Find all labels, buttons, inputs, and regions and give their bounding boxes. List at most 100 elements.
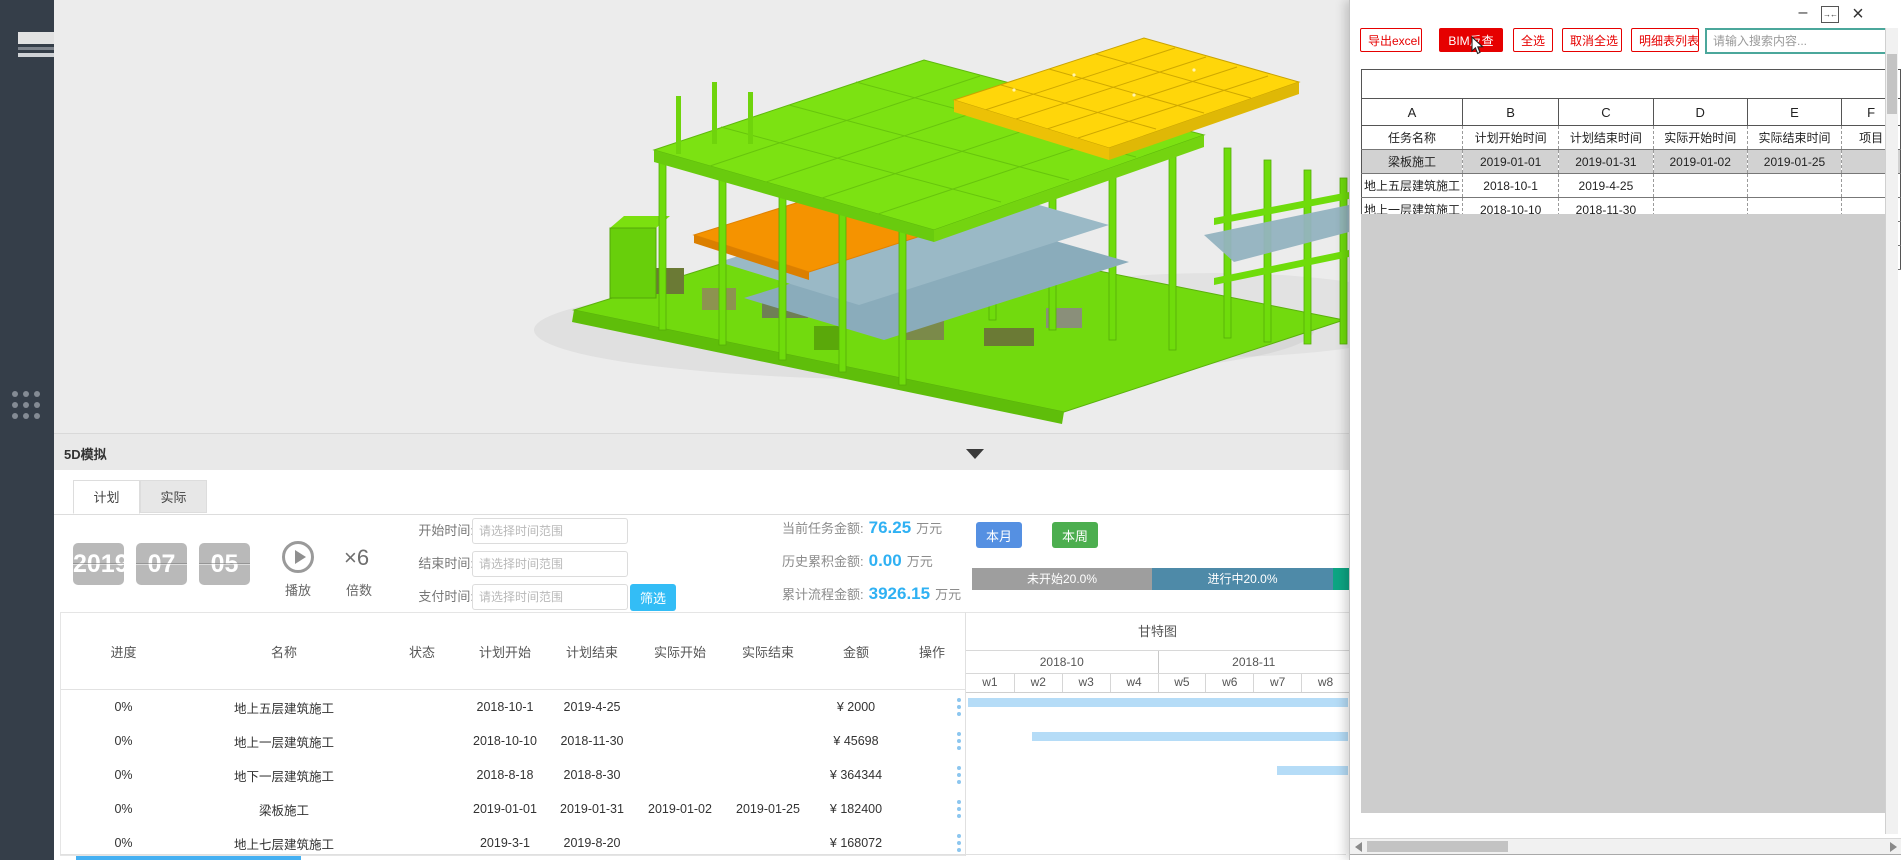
col-letter[interactable]: B [1463, 99, 1559, 126]
sheet-row-selected[interactable]: 梁板施工2019-01-01 2019-01-312019-01-02 2019… [1362, 150, 1901, 174]
row-menu-dots-icon[interactable] [956, 834, 962, 852]
gantt-chart: 甘特图 2018-10 2018-11 w1w2 w3w4 w5w6 w7w8 [965, 612, 1349, 856]
col-status: 状态 [382, 642, 462, 661]
amount-current-task: 当前任务金额: 76.25 万元 [782, 518, 942, 538]
detail-sheet-window: – →← × 导出excel BIM反查 全选 取消全选 明细表列表 A B C… [1349, 0, 1901, 860]
date-day-card: 05 [199, 543, 250, 585]
sheet-search-input[interactable] [1705, 28, 1897, 54]
col-letter[interactable]: A [1362, 99, 1463, 126]
sheet-header-cell[interactable]: 任务名称 [1362, 126, 1463, 150]
close-button[interactable]: × [1849, 6, 1867, 22]
task-table-hscrollbar-thumb[interactable] [76, 856, 301, 860]
gantt-title: 甘特图 [966, 613, 1349, 651]
date-year: 2019 [73, 550, 124, 578]
filter-row-pay: 支付时间: [284, 584, 664, 610]
scroll-right-arrow-icon[interactable] [1890, 842, 1897, 852]
task-row[interactable]: 0%地上五层建筑施工 2018-10-12019-4-25 ¥ 2000 [61, 690, 966, 724]
row-menu-dots-icon[interactable] [956, 766, 962, 784]
amount-current-value: 76.25 [869, 518, 912, 537]
filter-button[interactable]: 筛选 [630, 584, 676, 611]
gantt-months: 2018-10 2018-11 [966, 651, 1349, 674]
col-name: 名称 [186, 642, 382, 661]
collapse-panel-caret-icon[interactable] [966, 449, 984, 459]
col-letter[interactable]: C [1559, 99, 1653, 126]
this-month-button[interactable]: 本月 [976, 522, 1022, 548]
gantt-bar[interactable] [1032, 732, 1348, 741]
left-sidebar [0, 0, 54, 860]
sheet-vscrollbar[interactable] [1885, 28, 1898, 834]
pay-time-label: 支付时间: [354, 584, 474, 610]
col-letter[interactable]: E [1747, 99, 1841, 126]
select-all-button[interactable]: 全选 [1513, 28, 1553, 52]
gantt-bar[interactable] [968, 698, 1348, 707]
col-plan-end: 计划结束 [548, 642, 636, 661]
deselect-all-button[interactable]: 取消全选 [1562, 28, 1622, 52]
model-stair-tower [610, 228, 656, 298]
amount-current-unit: 万元 [916, 521, 942, 536]
app-window: 5D模拟 计划 实际 2019 07 05 播放 ×6 倍数 开始时间: 结束时… [0, 0, 1901, 860]
progress-done [1333, 568, 1349, 590]
row-menu-dots-icon[interactable] [956, 698, 962, 716]
minimize-button[interactable]: – [1795, 6, 1811, 20]
end-time-input[interactable] [472, 551, 628, 577]
end-time-label: 结束时间: [354, 551, 474, 577]
col-plan-start: 计划开始 [462, 642, 548, 661]
col-letter[interactable]: D [1653, 99, 1747, 126]
scroll-left-arrow-icon[interactable] [1355, 842, 1362, 852]
sheet-vscrollbar-thumb[interactable] [1887, 54, 1897, 114]
amount-history-label: 历史累积金额: [782, 554, 864, 569]
amount-current-label: 当前任务金额: [782, 521, 864, 536]
task-row[interactable]: 0%地上一层建筑施工 2018-10-102018-11-30 ¥ 45698 [61, 724, 966, 758]
sheet-blank-cell[interactable] [1362, 70, 1901, 99]
menu-icon-bar [18, 32, 54, 44]
pay-time-input[interactable] [472, 584, 628, 610]
sheet-header-cell[interactable]: 实际开始时间 [1653, 126, 1747, 150]
gantt-weeks: w1w2 w3w4 w5w6 w7w8 [966, 674, 1349, 693]
sheet-header-cell[interactable]: 计划开始时间 [1463, 126, 1559, 150]
menu-icon[interactable] [9, 32, 45, 60]
start-time-input[interactable] [472, 518, 628, 544]
col-amount: 金额 [812, 642, 900, 661]
sheet-row[interactable]: 地上五层建筑施工2018-10-1 2019-4-25 [1362, 174, 1901, 198]
task-table-header: 进度 名称 状态 计划开始 计划结束 实际开始 实际结束 金额 操作 [61, 613, 966, 690]
task-row[interactable]: 0%地下一层建筑施工 2018-8-182018-8-30 ¥ 364344 [61, 758, 966, 792]
apps-grid-icon[interactable] [12, 391, 42, 421]
sheet-header-cell[interactable]: 实际结束时间 [1747, 126, 1841, 150]
amount-cumulative-label: 累计流程金额: [782, 587, 864, 602]
sheet-empty-area [1361, 214, 1887, 813]
gantt-bar[interactable] [1277, 766, 1348, 775]
progress-inprogress: 进行中20.0% [1152, 568, 1333, 590]
gantt-month: 2018-10 [966, 651, 1158, 673]
start-time-label: 开始时间: [354, 518, 474, 544]
menu-icon-bar [18, 53, 54, 57]
this-week-button[interactable]: 本周 [1052, 522, 1098, 548]
row-menu-dots-icon[interactable] [956, 732, 962, 750]
date-day: 05 [211, 550, 239, 578]
tab-actual-label: 实际 [160, 490, 186, 505]
export-excel-button[interactable]: 导出excel [1360, 28, 1422, 52]
sheet-hscrollbar[interactable] [1350, 838, 1901, 855]
task-row[interactable]: 0%梁板施工 2019-01-012019-01-31 2019-01-0220… [61, 792, 966, 826]
row-menu-dots-icon[interactable] [956, 800, 962, 818]
sheet-header-cell[interactable]: 计划结束时间 [1559, 126, 1653, 150]
sheet-header-row: 任务名称 计划开始时间 计划结束时间 实际开始时间 实际结束时间 项目 [1362, 126, 1901, 150]
building-model-3d[interactable] [54, 0, 1349, 433]
sim-title-bar: 5D模拟 [54, 433, 1349, 471]
3d-viewport[interactable] [54, 0, 1349, 433]
collapse-window-button[interactable]: →← [1821, 6, 1839, 23]
filter-row-end: 结束时间: [284, 551, 664, 577]
sheet-hscrollbar-thumb[interactable] [1367, 841, 1508, 852]
tab-actual[interactable]: 实际 [140, 480, 207, 513]
amount-cumulative: 累计流程金额:3926.15万元 [782, 584, 961, 604]
mouse-cursor-icon [1469, 36, 1485, 56]
detail-list-button[interactable]: 明细表列表 [1631, 28, 1699, 52]
col-progress: 进度 [61, 642, 186, 661]
amount-cumulative-value: 3926.15 [869, 584, 930, 603]
status-progress-bar: 未开始20.0% 进行中20.0% [972, 568, 1349, 590]
tab-plan[interactable]: 计划 [73, 480, 140, 514]
gantt-month: 2018-11 [1158, 651, 1350, 673]
progress-notstarted: 未开始20.0% [972, 568, 1152, 590]
col-ops: 操作 [900, 642, 964, 661]
date-year-card: 2019 [73, 543, 124, 585]
table-bottom-border [60, 854, 1346, 855]
